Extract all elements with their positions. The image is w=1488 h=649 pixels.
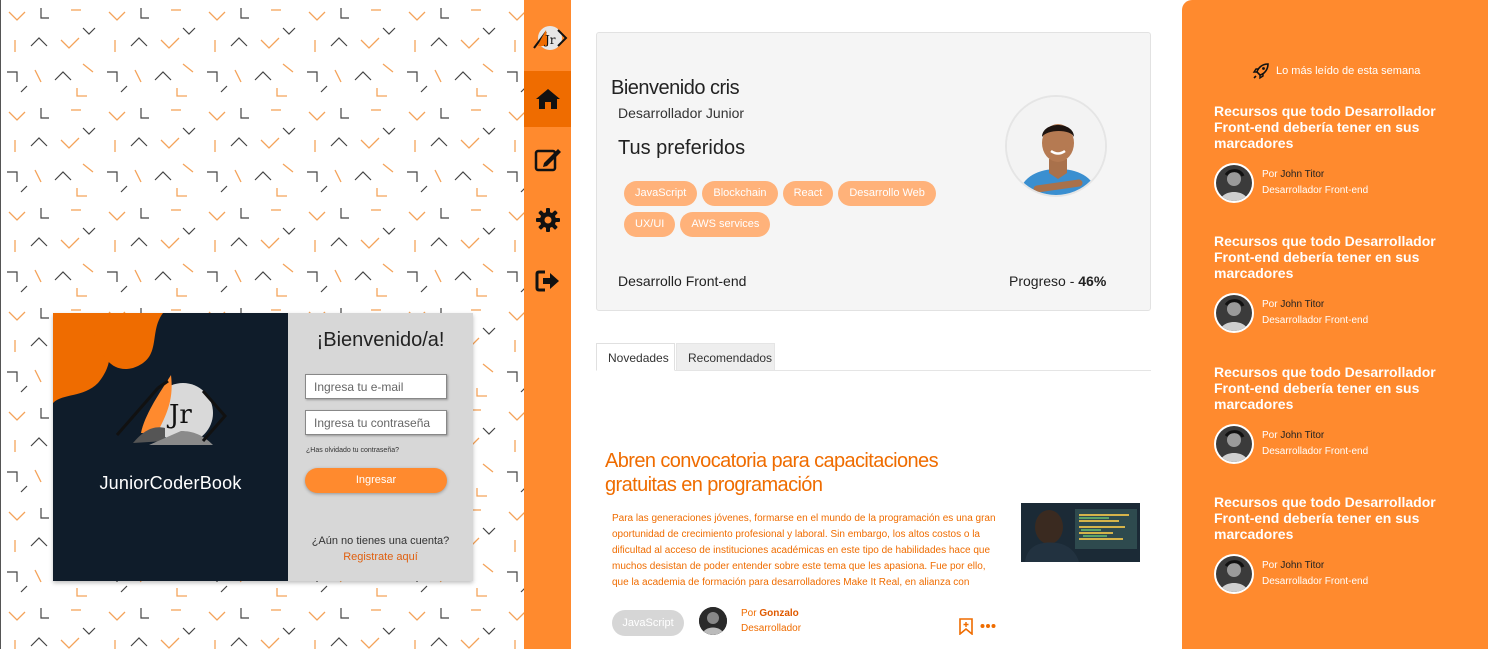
- weekly-item-author: Por John Titor Desarrollador Front-end: [1262, 560, 1369, 587]
- author-avatar[interactable]: [699, 607, 727, 635]
- weekly-item[interactable]: Recursos que todo Desarrollador Front-en…: [1214, 233, 1464, 333]
- progress-value: 46%: [1078, 273, 1107, 289]
- rocket-icon: [1252, 63, 1269, 80]
- login-welcome: ¡Bienvenido/a!: [316, 329, 445, 351]
- sidebar-item-logout[interactable]: [524, 253, 571, 309]
- author-role: Desarrollador Front-end: [1262, 185, 1369, 196]
- author-name[interactable]: John Titor: [1280, 560, 1324, 571]
- learning-track: Desarrollo Front-end: [618, 273, 747, 289]
- author-role: Desarrollador Front-end: [1262, 576, 1369, 587]
- favorite-chip[interactable]: AWS services: [680, 212, 771, 237]
- register-link[interactable]: Registrate aquí: [288, 551, 473, 563]
- user-role: Desarrollador Junior: [618, 105, 745, 121]
- weekly-item-author: Por John Titor Desarrollador Front-end: [1262, 169, 1369, 196]
- article-author: Por Gonzalo Desarrollador: [741, 608, 802, 634]
- main-content: Bienvenido cris Desarrollador Junior Tus…: [571, 0, 1182, 649]
- weekly-item-title[interactable]: Recursos que todo Desarrollador Front-en…: [1214, 494, 1464, 542]
- favorite-chip[interactable]: UX/UI: [624, 212, 676, 237]
- avatar[interactable]: [1214, 163, 1254, 203]
- avatar[interactable]: [1214, 424, 1254, 464]
- weekly-item[interactable]: Recursos que todo Desarrollador Front-en…: [1214, 103, 1464, 203]
- author-role: Desarrollador: [741, 623, 802, 634]
- sidebar: Jr: [524, 0, 571, 649]
- tab-novedades[interactable]: Novedades: [596, 343, 675, 371]
- login-area: Jr JuniorCoderBook ¡Bienvenido/a! Ingres…: [0, 0, 524, 649]
- avatar[interactable]: [1214, 293, 1254, 333]
- author-role: Desarrollador Front-end: [1262, 315, 1369, 326]
- login-brand-panel: Jr JuniorCoderBook: [53, 313, 288, 581]
- author-name[interactable]: Gonzalo: [759, 608, 798, 619]
- favorite-chip[interactable]: JavaScript: [624, 181, 698, 206]
- weekly-item-title[interactable]: Recursos que todo Desarrollador Front-en…: [1214, 233, 1464, 281]
- password-field[interactable]: Ingresa tu contraseña: [305, 410, 447, 435]
- svg-text:Jr: Jr: [543, 33, 556, 47]
- article-excerpt: Para las generaciones jóvenes, formarse …: [612, 513, 996, 588]
- sidebar-item-settings[interactable]: [524, 192, 571, 248]
- brand-logo: Jr: [53, 313, 227, 445]
- edit-icon: [534, 149, 561, 172]
- weekly-heading: Lo más leído de esta semana: [1252, 62, 1420, 80]
- email-field[interactable]: Ingresa tu e-mail: [305, 374, 447, 399]
- brand-name: JuniorCoderBook: [99, 473, 242, 493]
- sidebar-logo[interactable]: Jr: [528, 18, 568, 56]
- favorites-title: Tus preferidos: [618, 137, 746, 159]
- author-name[interactable]: John Titor: [1280, 299, 1324, 310]
- login-card: Jr JuniorCoderBook ¡Bienvenido/a! Ingres…: [53, 313, 473, 581]
- weekly-panel: Lo más leído de esta semana Recursos que…: [1182, 0, 1488, 649]
- sidebar-item-edit[interactable]: [524, 131, 571, 187]
- more-options-icon[interactable]: [980, 623, 996, 629]
- progress-text: Progreso - 46%: [1009, 273, 1107, 289]
- favorite-chip[interactable]: Desarrollo Web: [838, 181, 936, 206]
- no-account-text: ¿Aún no tienes una cuenta?: [311, 535, 450, 547]
- greeting: Bienvenido cris: [611, 77, 740, 99]
- logout-icon: [535, 270, 559, 292]
- tab-recomendados[interactable]: Recomendados: [676, 343, 775, 371]
- weekly-item-author: Por John Titor Desarrollador Front-end: [1262, 299, 1369, 326]
- profile-card: Bienvenido cris Desarrollador Junior Tus…: [596, 32, 1151, 311]
- login-form: ¡Bienvenido/a! Ingresa tu e-mail Ingresa…: [288, 313, 473, 581]
- weekly-item-title[interactable]: Recursos que todo Desarrollador Front-en…: [1214, 364, 1464, 412]
- author-name[interactable]: John Titor: [1280, 169, 1324, 180]
- weekly-item-title[interactable]: Recursos que todo Desarrollador Front-en…: [1214, 103, 1464, 151]
- login-button[interactable]: Ingresar: [305, 468, 447, 493]
- sidebar-item-home[interactable]: [524, 71, 571, 127]
- weekly-item[interactable]: Recursos que todo Desarrollador Front-en…: [1214, 494, 1464, 594]
- favorites-list: JavaScript Blockchain React Desarrollo W…: [624, 181, 964, 237]
- svg-text:Jr: Jr: [166, 400, 192, 430]
- author-role: Desarrollador Front-end: [1262, 446, 1369, 457]
- avatar: [1005, 95, 1107, 197]
- forgot-password-link[interactable]: ¿Has olvidado tu contraseña?: [306, 447, 399, 454]
- weekly-item[interactable]: Recursos que todo Desarrollador Front-en…: [1214, 364, 1464, 464]
- content-tabs: Novedades Recomendados: [596, 343, 1151, 371]
- favorite-chip[interactable]: React: [782, 181, 834, 206]
- favorite-chip[interactable]: Blockchain: [702, 181, 778, 206]
- article-tag[interactable]: JavaScript: [612, 610, 684, 636]
- weekly-item-author: Por John Titor Desarrollador Front-end: [1262, 430, 1369, 457]
- avatar[interactable]: [1214, 554, 1254, 594]
- weekly-heading-text: Lo más leído de esta semana: [1276, 65, 1421, 77]
- article-image[interactable]: [1021, 503, 1140, 562]
- bookmark-icon[interactable]: [959, 618, 973, 635]
- author-name[interactable]: John Titor: [1280, 430, 1324, 441]
- home-icon: [535, 89, 560, 109]
- gear-icon: [535, 208, 560, 232]
- article-title[interactable]: Abren convocatoria para capacitaciones g…: [605, 449, 965, 497]
